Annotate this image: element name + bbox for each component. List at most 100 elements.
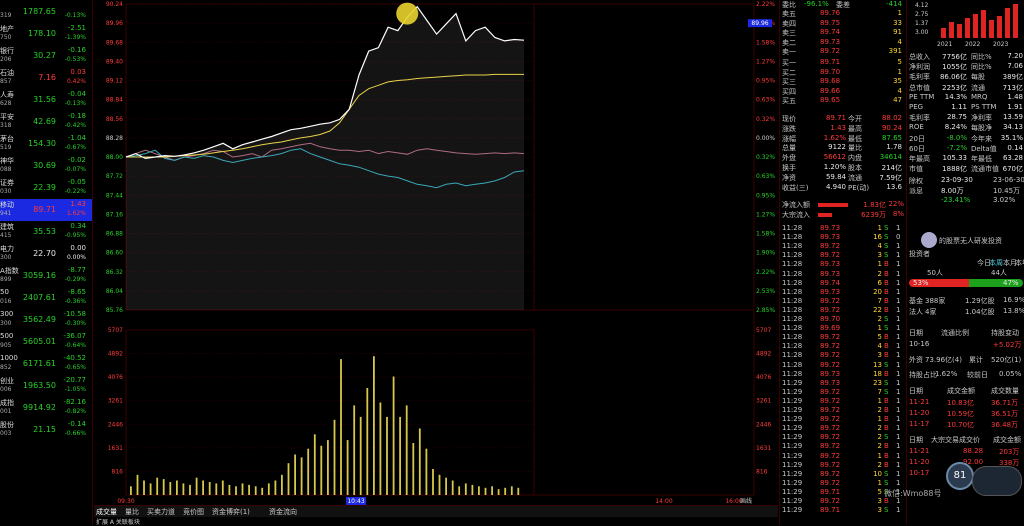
- chart-tab[interactable]: 竞价图: [183, 507, 204, 516]
- volume-bar: [189, 484, 191, 495]
- tick-volume: 10: [873, 469, 882, 478]
- stock-change: -82.16: [63, 398, 86, 406]
- stat-row: 净资 59.84 流通 7.59亿: [780, 173, 905, 183]
- financial-mini-chart: 4.12 2.75 1.37 3.00: [915, 2, 1023, 38]
- floating-toolbar[interactable]: [972, 466, 1022, 496]
- watchlist-row[interactable]: 500 905 5605.01 -36.07 -0.64%: [0, 331, 92, 353]
- time-axis-label: 09:30: [117, 498, 134, 505]
- volume-bar: [228, 484, 231, 495]
- tick-price: 89.72: [820, 342, 841, 351]
- chart-draw-tool[interactable]: 画线: [740, 497, 752, 505]
- watchlist-row[interactable]: 成指 001 9914.92 -82.16 -0.82%: [0, 397, 92, 419]
- volume-bar: [484, 487, 487, 495]
- mini-year-label: 2023: [993, 41, 1009, 48]
- watchlist-row[interactable]: 神华 088 30.69 -0.02 -0.07%: [0, 155, 92, 177]
- tick-time: 11:28: [782, 296, 803, 305]
- watchlist-row[interactable]: 移动 941 89.71 1.43 1.62%: [0, 199, 92, 221]
- price-axis-label: 88.56: [106, 116, 123, 123]
- sell-row: 卖二 89.73 4: [780, 38, 905, 48]
- stock-price: 178.10: [28, 29, 56, 38]
- stock-price: 22.70: [33, 249, 56, 258]
- watchlist-row[interactable]: 平安 318 42.69 -0.18 -0.42%: [0, 111, 92, 133]
- watchlist-panel: 319 1787.65 -0.13% 地产 750 178.10 -2.51 -1.39% 银行…: [0, 0, 93, 525]
- tick-time: 11:29: [782, 442, 803, 451]
- stock-name: 石油: [0, 69, 14, 77]
- pct-axis-label: 1.90%: [756, 250, 775, 257]
- tick-volume: 22: [873, 305, 882, 314]
- tick-direction: B: [884, 442, 889, 451]
- watchlist-row[interactable]: 1000 852 6171.61 -40.52 -0.65%: [0, 353, 92, 375]
- stat-row: 总量 9122 量比 1.78: [780, 143, 905, 153]
- tick-price: 89.74: [820, 278, 841, 287]
- stock-change-pct: -0.29%: [64, 276, 86, 283]
- watchlist-row[interactable]: 石油 857 7.16 0.03 0.42%: [0, 67, 92, 89]
- chart-tab[interactable]: 成交量: [96, 507, 117, 516]
- volume-bar: [327, 440, 329, 495]
- tick-time: 11:28: [782, 242, 803, 251]
- stock-change: 0.34: [70, 222, 86, 230]
- stock-code: 003: [0, 430, 12, 437]
- watchlist-row[interactable]: 证券 030 22.39 -0.05 -0.22%: [0, 177, 92, 199]
- pct-axis-label: 2.85%: [756, 307, 775, 314]
- watchlist-row[interactable]: 股份 003 21.15 -0.14 -0.66%: [0, 419, 92, 441]
- chart-tab[interactable]: 资金流向: [269, 507, 297, 516]
- tick-direction: B: [884, 260, 889, 269]
- floating-badge[interactable]: 81: [946, 462, 974, 490]
- volume-bar: [202, 480, 204, 495]
- watchlist-row[interactable]: 319 1787.65 -0.13%: [0, 1, 92, 23]
- tick-volume: 1: [877, 451, 882, 460]
- stock-name: 成指: [0, 399, 14, 407]
- watchlist-row[interactable]: 地产 750 178.10 -2.51 -1.39%: [0, 23, 92, 45]
- watchlist-row[interactable]: 电力 300 22.70 0.00 0.00%: [0, 243, 92, 265]
- stock-code: 318: [0, 122, 12, 129]
- stock-change: -0.02: [67, 156, 86, 164]
- mini-axis-label: 3.00: [915, 29, 929, 36]
- metric-label: 流通: [971, 83, 985, 92]
- big-row: 11-21 88.28 203万: [907, 447, 1024, 458]
- table-header: 持股变动: [991, 329, 1019, 337]
- tick-price: 89.72: [820, 296, 841, 305]
- stock-name: 电力: [0, 245, 14, 253]
- stock-price: 21.15: [33, 425, 56, 434]
- holder-count: 388家: [925, 297, 946, 305]
- tick-time: 11:29: [782, 406, 803, 414]
- tick-count: 1: [896, 278, 901, 287]
- sell-price: 89.76: [820, 9, 841, 17]
- stock-price: 5605.01: [22, 337, 56, 346]
- mini-year-label: 2021: [937, 41, 953, 48]
- sell-level-label: 卖三: [782, 29, 796, 38]
- watchlist-row[interactable]: 300 300 3562.49 -10.58 -0.30%: [0, 309, 92, 331]
- metric-label: 今年来: [971, 134, 992, 143]
- stock-code: 852: [0, 364, 12, 371]
- holder-shares: 1.29亿股: [965, 297, 995, 305]
- chart-tab[interactable]: 买卖力道: [147, 507, 175, 516]
- stock-code: 206: [0, 56, 12, 63]
- mini-bar: [973, 14, 978, 38]
- watchlist-row[interactable]: A指数 899 3059.16 -8.77 -0.29%: [0, 265, 92, 287]
- watchlist-row[interactable]: 建筑 415 35.53 0.34 -0.95%: [0, 221, 92, 243]
- mini-bar: [1005, 8, 1010, 38]
- watchlist-row[interactable]: 银行 206 30.27 -0.16 -0.53%: [0, 45, 92, 67]
- metric-value: 389亿: [1002, 73, 1023, 82]
- pct-axis-label: 1.27%: [756, 211, 775, 218]
- metric-row: 市值 1888亿 流通市值 670亿: [907, 164, 1024, 175]
- chart-tab[interactable]: 资金博弈(1): [212, 507, 250, 516]
- price-axis-label: 90.24: [106, 1, 123, 8]
- flow-bar: [818, 213, 832, 217]
- tick-count: 1: [896, 478, 901, 487]
- stock-name: 股份: [0, 421, 14, 429]
- stock-price: 2407.61: [22, 293, 56, 302]
- volume-axis-label: 1631: [108, 445, 123, 452]
- watchlist-row[interactable]: 创业 006 1963.50 -20.77 -1.05%: [0, 375, 92, 397]
- tick-count: 1: [896, 506, 901, 515]
- metric-value: -8.0%: [946, 133, 967, 142]
- stat-value: 7.59亿: [879, 173, 902, 182]
- trade-volume: 36.51万: [991, 410, 1019, 418]
- watchlist-row[interactable]: 人寿 628 31.56 -0.04 -0.13%: [0, 89, 92, 111]
- watchlist-row[interactable]: 50 016 2407.61 -8.65 -0.36%: [0, 287, 92, 309]
- watchlist-row[interactable]: 茅台 519 154.30 -1.04 -0.67%: [0, 133, 92, 155]
- tick-volume: 1: [877, 478, 882, 487]
- chart-tab[interactable]: 量比: [125, 507, 139, 516]
- community-text: 的股票无人研发投资: [939, 237, 1002, 245]
- tick-direction: B: [884, 451, 889, 460]
